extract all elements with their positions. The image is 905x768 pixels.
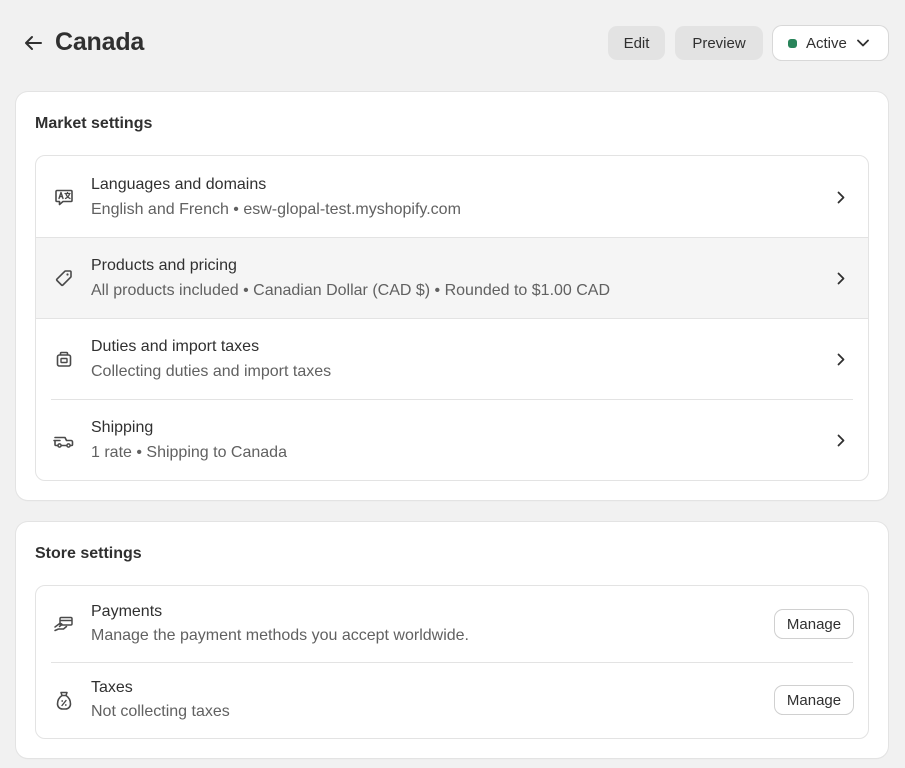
- translate-icon: [53, 186, 75, 208]
- store-settings-card: Store settings Payments Manage the payme…: [16, 522, 888, 758]
- row-title: Duties and import taxes: [91, 338, 260, 355]
- store-settings-title: Store settings: [35, 545, 142, 562]
- market-settings-card: Market settings Languages and domains En…: [16, 92, 888, 500]
- tax-bag-icon: [53, 690, 75, 712]
- market-row-shipping[interactable]: Shipping 1 rate • Shipping to Canada: [36, 400, 868, 480]
- row-subtitle: English and French • esw-glopal-test.mys…: [91, 201, 461, 218]
- row-title: Taxes: [91, 679, 133, 696]
- market-settings-title: Market settings: [35, 115, 153, 132]
- chevron-right-icon: [834, 271, 848, 285]
- manage-taxes-button[interactable]: Manage: [775, 686, 853, 714]
- row-title: Payments: [91, 603, 163, 620]
- row-title: Languages and domains: [91, 176, 267, 193]
- chevron-right-icon: [834, 352, 848, 366]
- page-header: Canada Edit Preview Active: [0, 0, 905, 88]
- row-title: Shipping: [91, 419, 154, 436]
- edit-button[interactable]: Edit: [608, 26, 665, 60]
- store-settings-list: Payments Manage the payment methods you …: [35, 585, 869, 739]
- row-title: Products and pricing: [91, 257, 237, 274]
- status-label: Active: [806, 34, 847, 52]
- row-subtitle: Collecting duties and import taxes: [91, 363, 332, 380]
- status-dropdown[interactable]: Active: [773, 26, 888, 60]
- row-subtitle: Not collecting taxes: [91, 703, 230, 720]
- row-subtitle: Manage the payment methods you accept wo…: [91, 627, 469, 644]
- market-row-products-pricing[interactable]: Products and pricing All products includ…: [36, 238, 868, 318]
- page-title: Canada: [55, 28, 145, 56]
- market-settings-list: Languages and domains English and French…: [35, 155, 869, 481]
- status-dot-icon: [788, 38, 797, 48]
- store-row-payments: Payments Manage the payment methods you …: [36, 586, 868, 662]
- price-tag-icon: [53, 267, 75, 289]
- back-arrow-icon[interactable]: [20, 30, 46, 56]
- preview-button[interactable]: Preview: [675, 26, 763, 60]
- package-icon: [53, 348, 75, 370]
- store-row-taxes: Taxes Not collecting taxes Manage: [36, 663, 868, 738]
- row-subtitle: All products included • Canadian Dollar …: [91, 282, 611, 299]
- market-row-duties[interactable]: Duties and import taxes Collecting dutie…: [36, 319, 868, 399]
- manage-payments-button[interactable]: Manage: [775, 610, 853, 638]
- chevron-down-icon: [856, 39, 869, 47]
- chevron-right-icon: [834, 433, 848, 447]
- payment-hand-icon: [53, 613, 75, 635]
- chevron-right-icon: [834, 190, 848, 204]
- row-subtitle: 1 rate • Shipping to Canada: [91, 444, 287, 461]
- market-row-languages[interactable]: Languages and domains English and French…: [36, 156, 868, 237]
- delivery-truck-icon: [53, 430, 75, 452]
